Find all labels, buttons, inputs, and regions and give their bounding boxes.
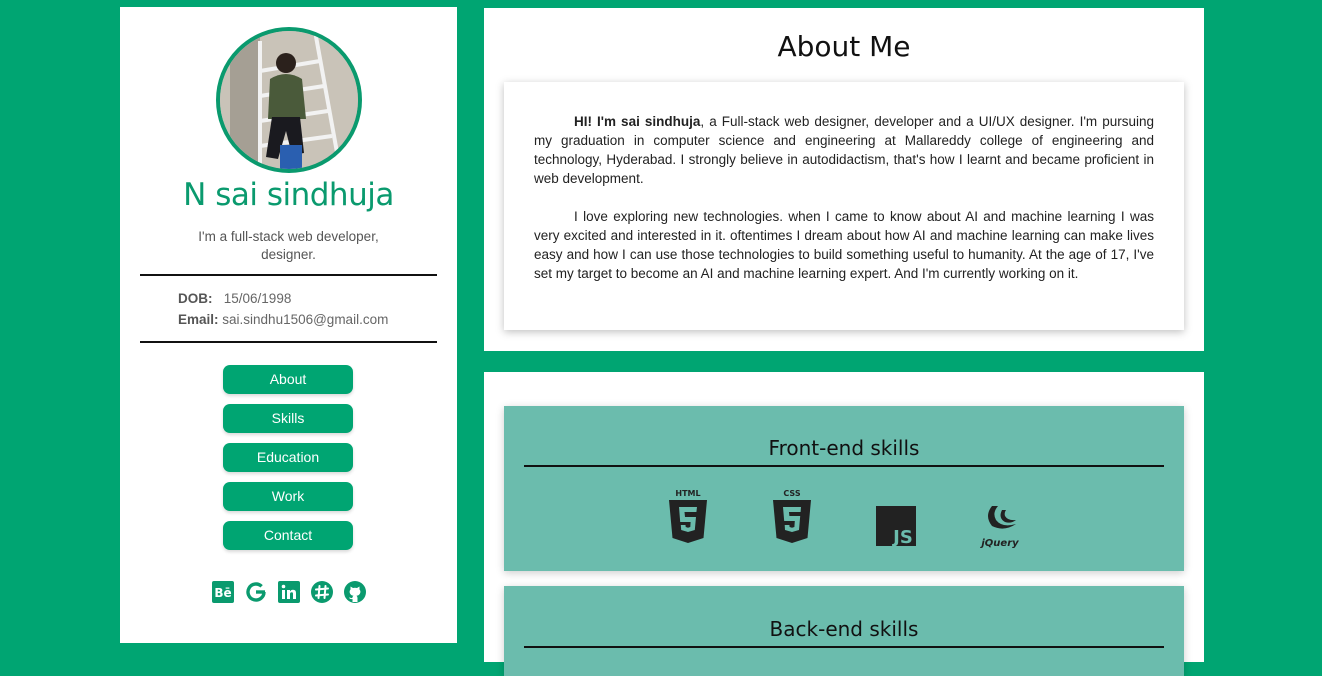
divider <box>524 646 1164 648</box>
js-label: JS <box>891 527 913 548</box>
backend-title: Back-end skills <box>769 617 919 641</box>
jquery-icon: jQuery <box>978 498 1022 554</box>
about-paragraph-2: I love exploring new technologies. when … <box>534 209 1154 281</box>
behance-icon[interactable]: Bē <box>211 580 235 604</box>
skills-panel: Front-end skills HTML CSS JS jQuery Back… <box>484 372 1204 676</box>
frontend-title: Front-end skills <box>768 436 920 460</box>
email-value: sai.sindhu1506@gmail.com <box>222 312 389 327</box>
nav-about-button[interactable]: About <box>223 365 353 394</box>
css3-icon: CSS <box>770 488 814 544</box>
nav-contact-button[interactable]: Contact <box>223 521 353 550</box>
nav-work-button[interactable]: Work <box>223 482 353 511</box>
html5-icon: HTML <box>666 488 710 544</box>
css-label: CSS <box>783 489 800 498</box>
slack-icon[interactable] <box>310 580 334 604</box>
email-row: Email: sai.sindhu1506@gmail.com <box>178 312 388 327</box>
divider <box>140 274 437 276</box>
svg-text:Bē: Bē <box>214 586 231 600</box>
about-panel: About Me HI! I'm sai sindhuja, a Full-st… <box>484 8 1204 351</box>
linkedin-icon[interactable] <box>277 580 301 604</box>
about-paragraph-1: HI! I'm sai sindhuja, a Full-stack web d… <box>534 112 1154 188</box>
nav-education-button[interactable]: Education <box>223 443 353 472</box>
social-links: Bē <box>211 580 367 604</box>
nav-skills-button[interactable]: Skills <box>223 404 353 433</box>
email-label: Email: <box>178 312 219 327</box>
divider <box>140 341 437 343</box>
frontend-skills-box: Front-end skills HTML CSS JS jQuery <box>504 406 1184 571</box>
divider <box>524 465 1164 467</box>
profile-tagline: I'm a full-stack web developer, designer… <box>198 229 379 262</box>
intro-bold: HI! I'm sai sindhuja <box>574 114 701 129</box>
dob-label: DOB: <box>178 291 213 306</box>
about-title: About Me <box>777 30 911 63</box>
profile-sidebar: N sai sindhuja I'm a full-stack web deve… <box>120 7 457 643</box>
dob-value: 15/06/1998 <box>223 291 292 306</box>
google-icon[interactable] <box>244 580 268 604</box>
github-icon[interactable] <box>343 580 367 604</box>
about-card: HI! I'm sai sindhuja, a Full-stack web d… <box>504 82 1184 330</box>
jquery-label: jQuery <box>979 538 1019 549</box>
avatar <box>216 27 362 173</box>
dob-row: DOB: 15/06/1998 <box>178 291 291 306</box>
javascript-icon: JS <box>874 498 918 554</box>
backend-skills-box: Back-end skills <box>504 586 1184 676</box>
html-label: HTML <box>675 489 700 498</box>
profile-name: N sai sindhuja <box>183 177 394 213</box>
